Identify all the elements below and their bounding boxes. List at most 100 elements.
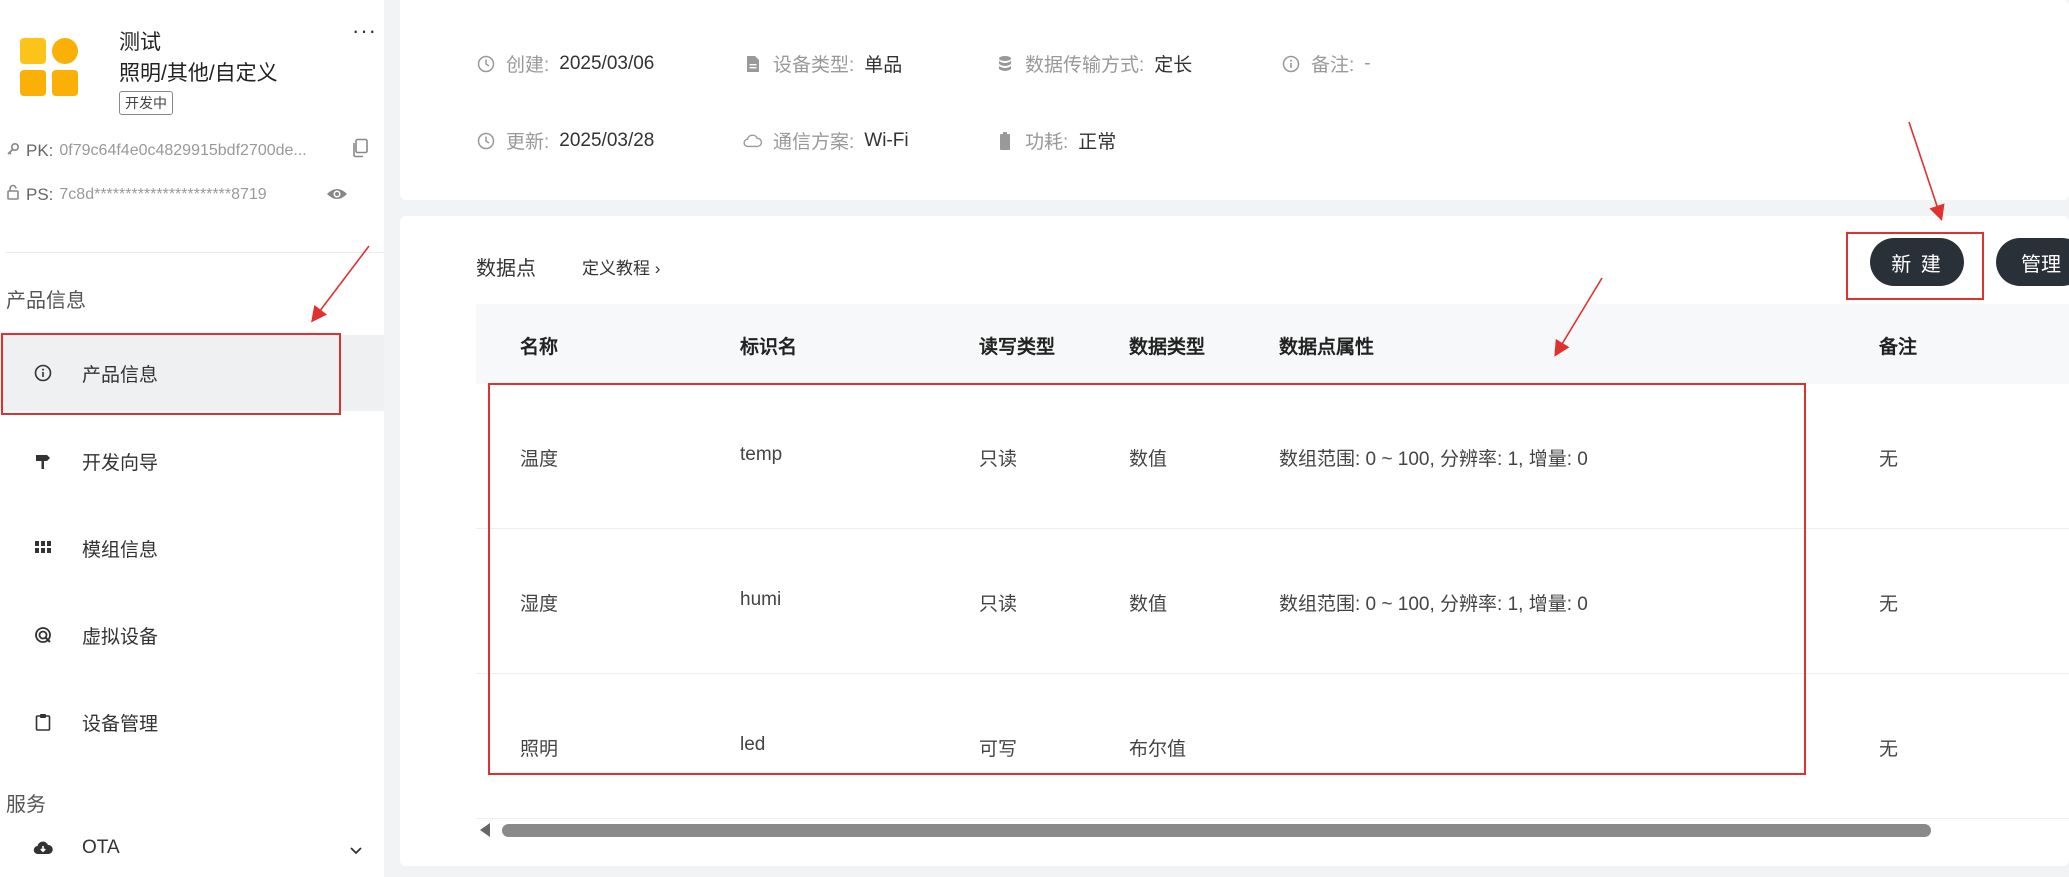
meta-label: 数据传输方式: <box>1025 55 1145 76</box>
product-name: 测试 <box>119 31 161 54</box>
datapoints-title: 数据点 <box>476 258 536 280</box>
product-secret-row: PS: 7c8d**********************8719 <box>6 184 267 205</box>
meta-value: 正常 <box>1078 132 1117 153</box>
copy-icon[interactable] <box>351 138 371 160</box>
clock-icon <box>476 131 496 151</box>
meta-note: 备注: - <box>1281 50 1371 77</box>
cell-attr: 数组范围: 0 ~ 100, 分辨率: 1, 增量: 0 <box>1279 449 1588 470</box>
key-icon <box>6 141 20 161</box>
meta-label: 备注: <box>1311 55 1355 76</box>
sidebar-item-module-info[interactable]: 模组信息 <box>0 510 384 586</box>
sidebar-item-label: 开发向导 <box>82 452 159 474</box>
datapoints-card: 数据点 定义教程 › 新 建 管理 名称 标识名 读写类型 数据类型 数据点属性… <box>400 216 2069 866</box>
sidebar-item-label: 设备管理 <box>82 713 159 735</box>
meta-created: 创建: 2025/03/06 <box>476 50 654 77</box>
virtual-device-icon <box>33 625 53 645</box>
sidebar-item-dev-guide[interactable]: 开发向导 <box>0 423 384 499</box>
cell-name: 温度 <box>520 449 559 470</box>
cloud-download-icon <box>33 838 53 858</box>
clipboard-icon <box>33 712 53 732</box>
cell-id: humi <box>740 589 782 610</box>
meta-value: Wi-Fi <box>864 129 909 151</box>
meta-value: 定长 <box>1154 55 1193 76</box>
sidebar-item-label: 虚拟设备 <box>82 626 159 648</box>
meta-label: 创建: <box>506 55 550 76</box>
cell-note: 无 <box>1879 739 1899 760</box>
cell-attr: 数组范围: 0 ~ 100, 分辨率: 1, 增量: 0 <box>1279 594 1588 615</box>
meta-label: 通信方案: <box>773 132 855 153</box>
cloud-icon <box>743 131 763 151</box>
sidebar-divider <box>6 252 384 253</box>
column-header: 名称 <box>520 337 559 358</box>
cell-type: 数值 <box>1129 449 1168 470</box>
meta-label: 设备类型: <box>773 55 855 76</box>
scrollbar-thumb[interactable] <box>502 824 1931 837</box>
ps-value: 7c8d**********************8719 <box>59 185 267 203</box>
sidebar-section-service: 服务 <box>6 794 46 816</box>
meta-label: 功耗: <box>1025 132 1069 153</box>
status-badge: 开发中 <box>119 91 173 115</box>
meta-device-type: 设备类型: 单品 <box>743 50 902 77</box>
file-icon <box>743 54 763 74</box>
sidebar-item-ota[interactable]: OTA <box>0 825 384 877</box>
product-meta-card: 创建: 2025/03/06 设备类型: 单品 数据传输方式: 定长 备注: -… <box>400 0 2069 200</box>
cell-name: 照明 <box>520 739 559 760</box>
more-button[interactable]: ··· <box>352 18 377 44</box>
meta-value: 2025/03/06 <box>559 52 655 74</box>
sidebar: 测试 照明/其他/自定义 开发中 ··· PK: 0f79c64f4e0c482… <box>0 0 384 877</box>
info-icon <box>1281 54 1301 74</box>
column-header: 数据点属性 <box>1279 337 1375 358</box>
cell-rw: 可写 <box>979 739 1018 760</box>
eye-icon[interactable] <box>326 186 350 204</box>
meta-label: 更新: <box>506 132 550 153</box>
lock-icon <box>6 184 20 205</box>
chevron-down-icon <box>349 843 363 861</box>
product-logo <box>20 38 78 96</box>
ps-label: PS: <box>26 184 54 204</box>
meta-updated: 更新: 2025/03/28 <box>476 127 654 154</box>
manage-button[interactable]: 管理 <box>1996 238 2069 286</box>
table-row[interactable]: 湿度 humi 只读 数值 数组范围: 0 ~ 100, 分辨率: 1, 增量:… <box>476 529 2069 674</box>
grid-icon <box>33 538 53 558</box>
product-category: 照明/其他/自定义 <box>119 62 278 85</box>
sidebar-item-virtual-device[interactable]: 虚拟设备 <box>0 597 384 673</box>
meta-value: 2025/03/28 <box>559 129 655 151</box>
cell-rw: 只读 <box>979 594 1018 615</box>
sidebar-section-product: 产品信息 <box>6 290 86 312</box>
column-header: 数据类型 <box>1129 337 1206 358</box>
info-icon <box>33 363 53 383</box>
meta-transfer: 数据传输方式: 定长 <box>995 50 1192 77</box>
column-header: 备注 <box>1879 337 1918 358</box>
table-header: 名称 标识名 读写类型 数据类型 数据点属性 备注 <box>476 304 2069 384</box>
datapoints-table: 名称 标识名 读写类型 数据类型 数据点属性 备注 温度 temp 只读 数值 … <box>476 304 2069 819</box>
cell-note: 无 <box>1879 594 1899 615</box>
sidebar-item-label: 产品信息 <box>82 364 159 386</box>
cell-rw: 只读 <box>979 449 1018 470</box>
product-key-row: PK: 0f79c64f4e0c4829915bdf2700de... <box>6 141 307 161</box>
meta-comm: 通信方案: Wi-Fi <box>743 127 909 154</box>
cell-type: 布尔值 <box>1129 739 1187 760</box>
tutorial-link[interactable]: 定义教程 › <box>582 254 660 279</box>
cell-note: 无 <box>1879 449 1899 470</box>
column-header: 标识名 <box>740 337 798 358</box>
sidebar-item-device-manage[interactable]: 设备管理 <box>0 684 384 760</box>
meta-value: - <box>1364 52 1371 74</box>
scroll-left-icon[interactable] <box>480 823 490 837</box>
table-row[interactable]: 照明 led 可写 布尔值 无 <box>476 674 2069 819</box>
new-button[interactable]: 新 建 <box>1870 238 1964 286</box>
cell-name: 湿度 <box>520 594 559 615</box>
database-icon <box>995 54 1015 74</box>
signpost-icon <box>33 451 53 471</box>
column-header: 读写类型 <box>979 337 1056 358</box>
battery-icon <box>995 131 1015 151</box>
table-row[interactable]: 温度 temp 只读 数值 数组范围: 0 ~ 100, 分辨率: 1, 增量:… <box>476 384 2069 529</box>
sidebar-item-product-info[interactable]: 产品信息 <box>0 335 384 411</box>
horizontal-scrollbar[interactable] <box>476 821 2069 839</box>
sidebar-item-label: 模组信息 <box>82 539 159 561</box>
cell-id: temp <box>740 444 783 465</box>
pk-value: 0f79c64f4e0c4829915bdf2700de... <box>59 142 307 159</box>
sidebar-item-label: OTA <box>82 837 120 858</box>
cell-id: led <box>740 734 766 755</box>
meta-value: 单品 <box>864 55 903 76</box>
cell-type: 数值 <box>1129 594 1168 615</box>
